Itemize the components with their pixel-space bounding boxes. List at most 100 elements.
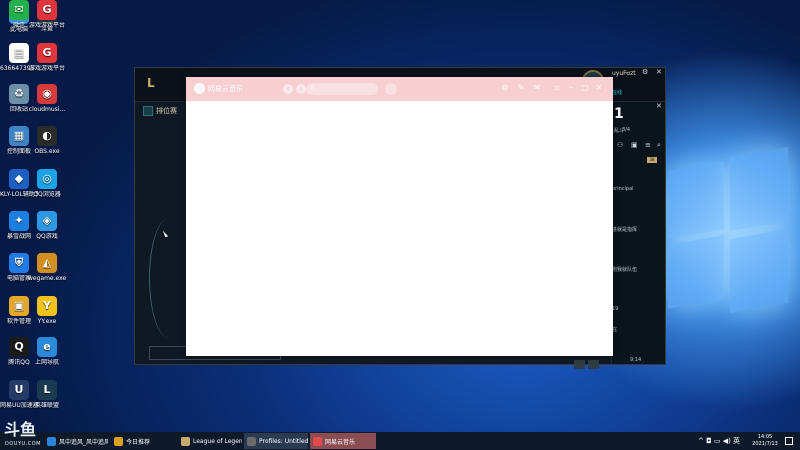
music-content-blank xyxy=(186,101,613,356)
yy-icon: Y xyxy=(37,296,57,316)
desktop-icon-label: OBS.exe xyxy=(34,148,60,155)
clock-date: 2021/7/13 xyxy=(752,441,778,447)
app-icon: ◆ xyxy=(9,169,29,189)
mini-mode-icon[interactable]: ▫ xyxy=(552,83,562,92)
desktop-icon-label: wegame.exe xyxy=(28,275,66,282)
desktop-icon-label: 上网导航 xyxy=(34,359,59,366)
queue-icon xyxy=(143,106,153,116)
mission-icon[interactable] xyxy=(588,360,599,369)
desktop-icon-obs[interactable]: ◐ OBS.exe xyxy=(28,126,66,156)
desktop-icon-game-platform[interactable]: G 游戏游戏平台 xyxy=(28,0,66,30)
desktop-icon-qq-game[interactable]: ◈ QQ游戏 xyxy=(28,211,66,241)
desktop-icon-label: 英雄联盟 xyxy=(34,402,59,409)
douyu-watermark: 斗鱼 xyxy=(4,420,37,439)
taskbar-item-label: 风中追风_风中追风... xyxy=(59,438,108,446)
taskbar-app-icon xyxy=(47,436,56,446)
desktop-icon-ie[interactable]: e 上网导航 xyxy=(28,337,66,367)
settings-icon[interactable]: ⚙ xyxy=(642,68,648,76)
notification-center-icon[interactable] xyxy=(785,437,793,445)
desktop-icon-label: 游戏游戏平台 xyxy=(28,65,65,72)
douyu-watermark-sub: DOUYU.COM xyxy=(5,441,41,447)
close-panel-icon[interactable]: ✕ xyxy=(656,102,662,110)
obs-icon: ◐ xyxy=(37,126,57,146)
minimize-button[interactable]: – xyxy=(626,68,630,76)
desktop-icon-yy[interactable]: Y YY.exe xyxy=(28,296,66,326)
taskbar-app-icon xyxy=(181,436,190,446)
add-friend-icon[interactable]: ⚇ xyxy=(617,141,623,149)
taskbar-item-0[interactable]: 风中追风_风中追风... xyxy=(44,433,108,449)
software-manager-icon: ▣ xyxy=(9,296,29,316)
file-icon: ▤ xyxy=(9,43,29,63)
desktop-icon-netease-music[interactable]: ◉ cloudmusi... xyxy=(28,84,66,114)
maximize-button[interactable]: □ xyxy=(580,83,590,92)
chat-icon[interactable] xyxy=(574,360,585,369)
bottom-time: 9:14 xyxy=(630,357,642,363)
search-input[interactable]: ⌕ xyxy=(306,83,378,95)
netease-logo-icon xyxy=(194,83,205,94)
taskbar-item-label: Profiles: Untitled - ... xyxy=(259,437,308,445)
search-icon[interactable]: ⌕ xyxy=(657,141,661,150)
wegame-icon: ◭ xyxy=(37,253,57,273)
clock[interactable]: 14:05 2021/7/13 xyxy=(748,434,782,448)
taskbar-app-icon xyxy=(114,436,123,446)
desktop-icon-label: cloudmusi... xyxy=(28,106,66,113)
side-label-1: principal xyxy=(612,186,634,192)
desktop-icon-label: QQ游戏 xyxy=(36,233,58,240)
ie-icon: e xyxy=(37,337,57,357)
wechat-icon: ✉ xyxy=(9,0,29,20)
control-panel-icon: ▦ xyxy=(9,126,29,146)
qq-game-icon: ◈ xyxy=(37,211,57,231)
game-platform-icon: G xyxy=(37,0,57,20)
desktop-icon-game-platform[interactable]: G 游戏游戏平台 xyxy=(28,43,66,73)
forward-button[interactable]: › xyxy=(296,84,306,94)
clock-time: 14:05 xyxy=(757,434,773,440)
taskbar-item-1[interactable]: 今日推荐 xyxy=(111,433,175,449)
rank-number: 1 xyxy=(614,106,624,122)
background-swirl xyxy=(149,218,189,338)
close-button[interactable]: ✕ xyxy=(594,83,604,92)
close-button[interactable]: ✕ xyxy=(656,68,662,76)
windows-logo-wallpaper xyxy=(668,146,788,318)
taskbar-item-2[interactable]: League of Legends xyxy=(178,433,242,449)
taskbar-item-label: 今日推荐 xyxy=(126,438,151,446)
mail-icon[interactable]: ✉ xyxy=(532,83,542,92)
taskbar-app-icon xyxy=(313,436,322,446)
side-label-3: 刚我就队伍 xyxy=(612,267,638,273)
skin-icon[interactable]: ✎ xyxy=(516,83,526,92)
desktop-icon-qq-browser[interactable]: ◎ QQ浏览器 xyxy=(28,169,66,199)
recycle-bin-icon: ♻ xyxy=(9,84,29,104)
folder-icon[interactable]: ▣ xyxy=(631,141,638,149)
voice-search-button[interactable] xyxy=(385,83,397,95)
music-window-title: 网易云音乐 xyxy=(208,85,243,93)
lol-bottom-toolbar xyxy=(574,354,602,373)
taskbar-item-3[interactable]: Profiles: Untitled - ... xyxy=(244,433,308,449)
back-button[interactable]: ‹ xyxy=(283,84,293,94)
minimize-button[interactable]: – xyxy=(566,83,576,92)
list-icon[interactable]: ≡ xyxy=(645,141,651,149)
rank-sub-right: 3/4 xyxy=(622,127,631,133)
system-tray[interactable]: ^ ◘ ▭ ◀) 英 xyxy=(698,436,740,446)
search-icon: ⌕ xyxy=(310,84,314,92)
desktop-icon-wegame[interactable]: ◭ wegame.exe xyxy=(28,253,66,283)
qq-icon: Q xyxy=(9,337,29,357)
league-logo-icon: L xyxy=(147,76,155,90)
taskbar-item-label: League of Legends xyxy=(193,437,242,445)
pc-manager-icon: ⛨ xyxy=(9,253,29,273)
music-titlebar[interactable]: 网易云音乐 ‹ › ⌕ ⚙ ✎ ✉ ▫ – □ ✕ xyxy=(186,77,613,101)
side-label-2: 进就是指挥 xyxy=(612,227,638,233)
desktop-icon-lol[interactable]: L 英雄联盟 xyxy=(28,380,66,410)
game-platform-icon: G xyxy=(37,43,57,63)
qq-browser-icon: ◎ xyxy=(37,169,57,189)
netease-music-window[interactable]: 网易云音乐 ‹ › ⌕ ⚙ ✎ ✉ ▫ – □ ✕ xyxy=(186,77,613,356)
netease-music-icon: ◉ xyxy=(37,84,57,104)
username: uyuFuzt xyxy=(612,70,636,77)
desktop-icon-label: 游戏游戏平台 xyxy=(28,22,65,29)
taskbar-item-label: 网易云音乐 xyxy=(325,438,356,446)
battlenet-icon: ✦ xyxy=(9,211,29,231)
desktop-icon-label: QQ浏览器 xyxy=(33,191,61,198)
taskbar-item-4[interactable]: 网易云音乐 xyxy=(310,433,376,449)
settings-icon[interactable]: ⚙ xyxy=(500,83,510,92)
lol-icon: L xyxy=(37,380,57,400)
uu-icon: U xyxy=(9,380,29,400)
queue-label: 排位赛 xyxy=(156,107,177,115)
